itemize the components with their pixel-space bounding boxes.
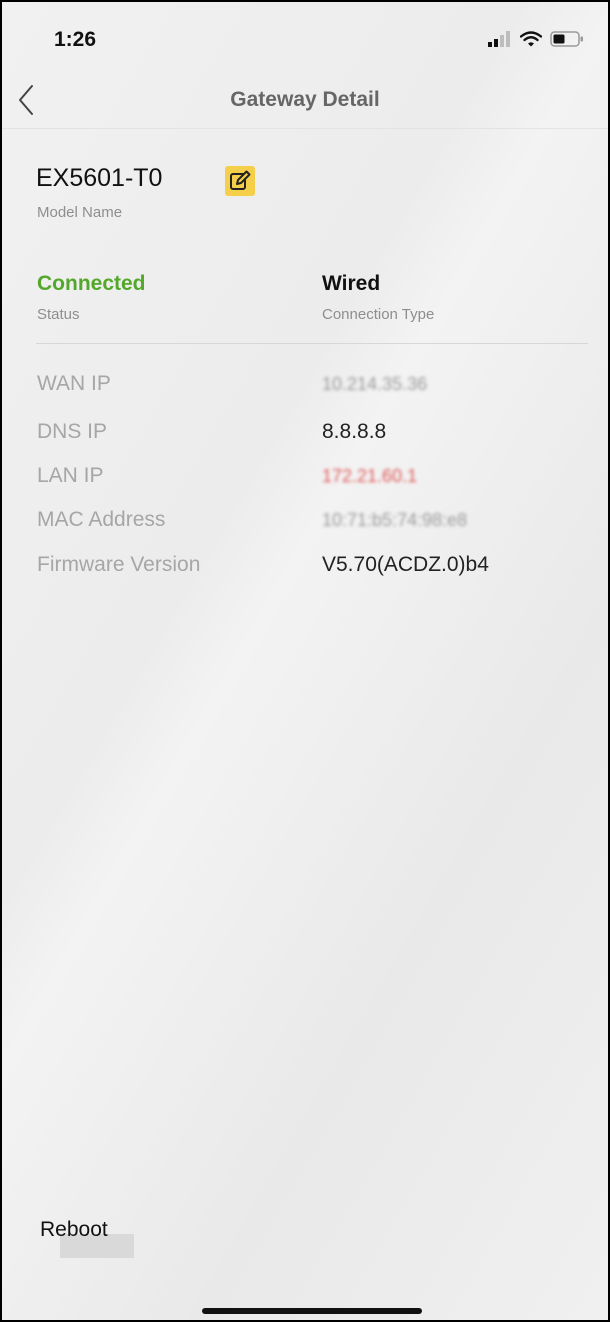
page-title: Gateway Detail — [230, 88, 380, 111]
model-name-value: EX5601-T0 — [36, 164, 163, 192]
reboot-button[interactable]: Reboot — [38, 1216, 136, 1260]
model-name-caption: Model Name — [37, 204, 123, 221]
phone-screen: 1:26 Gateway Detail EX5601-T0 Model Name… — [0, 0, 610, 1322]
status-icons — [488, 31, 584, 52]
detail-label: LAN IP — [37, 464, 104, 487]
detail-row-dns-ip: DNS IP 8.8.8.8 — [37, 420, 597, 450]
detail-row-mac-address: MAC Address 10:71:b5:74:98:e8 — [37, 508, 597, 538]
status-bar: 1:26 — [2, 2, 608, 72]
detail-value: 8.8.8.8 — [322, 420, 387, 443]
detail-value: 172.21.60.1 — [322, 466, 418, 486]
connection-type-value: Wired — [322, 272, 381, 295]
connection-type-caption: Connection Type — [322, 306, 435, 323]
status-time: 1:26 — [54, 28, 97, 51]
detail-value: V5.70(ACDZ.0)b4 — [322, 553, 489, 576]
edit-model-name-button[interactable] — [225, 166, 255, 196]
navigation-bar: Gateway Detail — [2, 72, 608, 129]
reboot-label: Reboot — [40, 1218, 108, 1241]
detail-label: WAN IP — [37, 372, 111, 395]
detail-label: Firmware Version — [37, 553, 201, 576]
signal-icon — [488, 31, 512, 52]
battery-icon — [550, 31, 584, 52]
section-divider — [36, 343, 588, 344]
status-caption: Status — [37, 306, 80, 323]
detail-label: DNS IP — [37, 420, 108, 443]
detail-row-wan-ip: WAN IP 10.214.35.36 — [37, 372, 597, 402]
status-value: Connected — [37, 272, 146, 295]
detail-value: 10:71:b5:74:98:e8 — [322, 510, 468, 530]
detail-row-firmware-version: Firmware Version V5.70(ACDZ.0)b4 — [37, 553, 597, 583]
detail-label: MAC Address — [37, 508, 166, 531]
wifi-icon — [519, 31, 543, 52]
home-indicator[interactable] — [202, 1308, 422, 1314]
detail-value: 10.214.35.36 — [322, 374, 428, 394]
detail-row-lan-ip: LAN IP 172.21.60.1 — [37, 464, 597, 494]
